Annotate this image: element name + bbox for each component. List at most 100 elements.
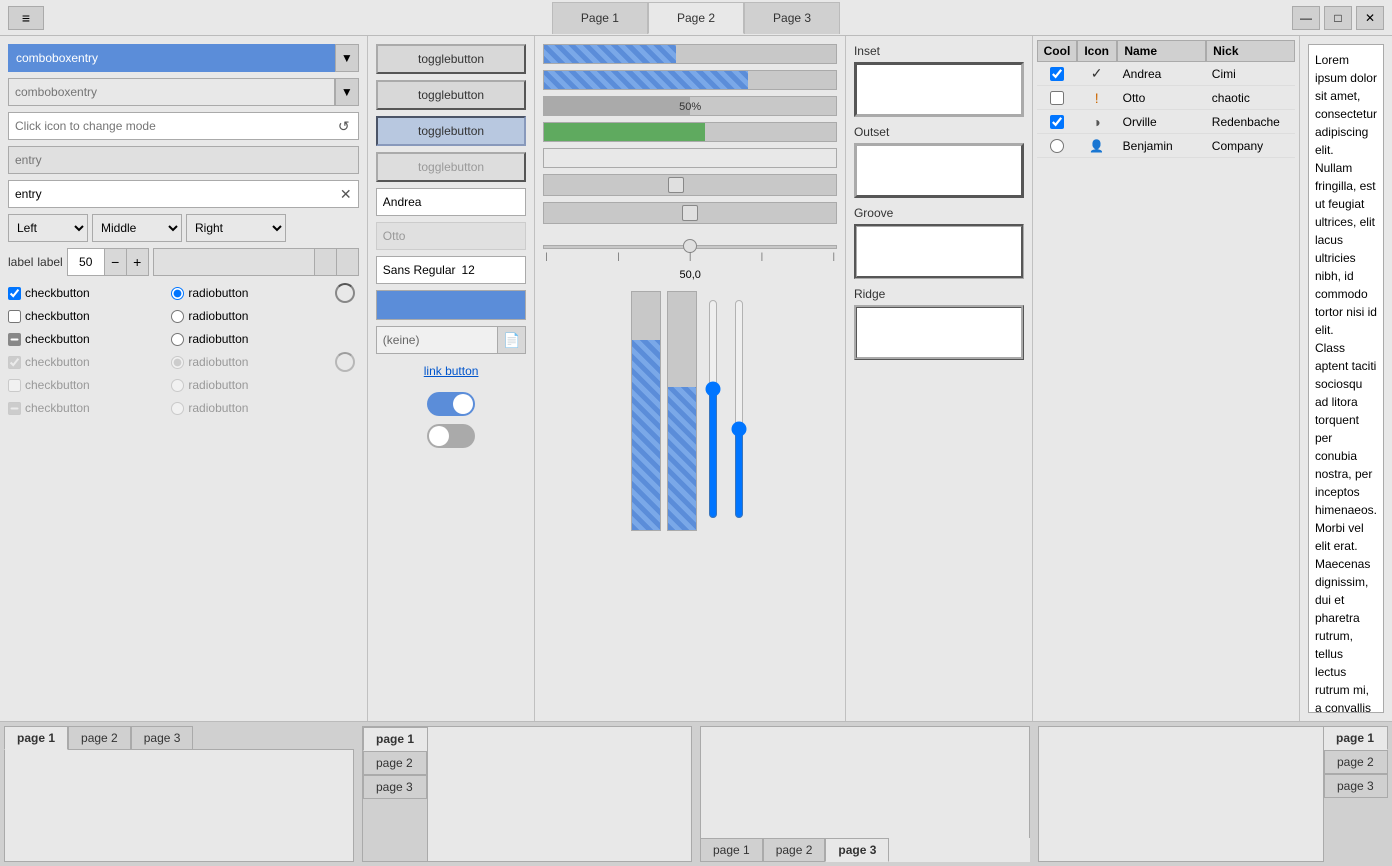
nb-top-tab-1[interactable]: page 1 <box>4 726 68 750</box>
radio-2: radiobutton <box>171 305 330 327</box>
nb-left-tab-2[interactable]: page 2 <box>363 751 427 775</box>
ridge-section: Ridge <box>854 287 1024 360</box>
cool-check-2[interactable] <box>1050 91 1064 105</box>
table-row[interactable]: ✓ Andrea Cimi <box>1037 62 1295 86</box>
file-browse-button[interactable]: 📄 <box>497 327 525 353</box>
dropdown-left[interactable]: LeftRightCenter <box>8 214 88 242</box>
nb-right-tab-1[interactable]: page 1 <box>1324 726 1388 750</box>
toggle-btn-3[interactable]: togglebutton <box>376 116 527 146</box>
ridge-label: Ridge <box>854 287 1024 301</box>
table-row[interactable]: ◑ Orville Redenbache <box>1037 110 1295 134</box>
toggle-btn-2[interactable]: togglebutton <box>376 80 527 110</box>
spinbox-value[interactable] <box>68 255 104 269</box>
cell-cool-4 <box>1037 137 1077 155</box>
progress-3-label: 50% <box>679 97 701 116</box>
titlebar-tab-1[interactable]: Page 1 <box>552 2 648 34</box>
check-1-input[interactable] <box>8 287 21 300</box>
entry-refresh-input[interactable] <box>9 113 330 139</box>
radio-6: radiobutton <box>171 397 330 419</box>
dropdown-row: LeftRightCenter TopMiddleBottom LeftRigh… <box>8 214 359 242</box>
toggle-btn-1[interactable]: togglebutton <box>376 44 527 74</box>
combobox-1-arrow[interactable]: ▼ <box>335 44 359 72</box>
switch-1[interactable] <box>427 392 475 416</box>
cell-nick-4: Company <box>1206 137 1295 155</box>
titlebar-tab-2[interactable]: Page 2 <box>648 2 744 34</box>
nb-bottom-tab-2[interactable]: page 2 <box>763 838 826 862</box>
check-5-input <box>8 379 21 392</box>
radio-2-input[interactable] <box>171 310 184 323</box>
vslider-2[interactable] <box>729 299 749 519</box>
nb-bottom-tab-3[interactable]: page 3 <box>825 838 889 862</box>
combobox-2-arrow[interactable]: ▼ <box>335 78 359 106</box>
groove-label: Groove <box>854 206 1024 220</box>
color-swatch[interactable] <box>376 290 527 320</box>
slider-h-2-container <box>543 202 837 227</box>
minimize-button[interactable]: — <box>1292 6 1320 30</box>
file-row: (keine) 📄 <box>376 326 527 354</box>
notebook-bottom-content <box>700 726 1030 838</box>
spinbox-plus[interactable]: + <box>126 249 148 275</box>
notebook-bottom-tabs: page 1 page 2 page 3 <box>700 838 1030 862</box>
progress-4 <box>543 122 837 142</box>
spinbox-empty-minus[interactable] <box>314 249 336 275</box>
titlebar: ≡ Page 1 Page 2 Page 3 — □ ✕ <box>0 0 1392 36</box>
groove-section: Groove <box>854 206 1024 279</box>
entry-clear-input[interactable] <box>9 181 334 207</box>
vbar-2-fill <box>668 387 696 530</box>
nb-bottom-tab-1[interactable]: page 1 <box>700 838 763 862</box>
table-row[interactable]: 👤 Benjamin Company <box>1037 134 1295 158</box>
col-icon[interactable]: Icon <box>1077 40 1117 62</box>
toggle-btn-4: togglebutton <box>376 152 527 182</box>
combobox-2-input[interactable] <box>8 78 335 106</box>
combobox-1-input[interactable] <box>8 44 335 72</box>
text-area[interactable]: Lorem ipsum dolor sit amet, consectetur … <box>1308 44 1384 713</box>
check-3-input[interactable] <box>8 333 21 346</box>
switches-container <box>376 392 527 448</box>
check-5-label: checkbutton <box>25 378 90 392</box>
font-row[interactable]: Sans Regular 12 <box>376 256 527 284</box>
dropdown-right[interactable]: LeftRightCenter <box>186 214 286 242</box>
slider-h-2[interactable] <box>543 202 837 224</box>
table-row[interactable]: ! Otto chaotic <box>1037 86 1295 110</box>
nb-top-tab-2[interactable]: page 2 <box>68 726 131 750</box>
menu-button[interactable]: ≡ <box>8 6 44 30</box>
spinner-2-icon <box>335 352 355 372</box>
nb-left-tab-1[interactable]: page 1 <box>363 727 427 751</box>
clear-button[interactable]: ✕ <box>334 182 358 206</box>
switch-2[interactable] <box>427 424 475 448</box>
close-button[interactable]: ✕ <box>1356 6 1384 30</box>
col-name[interactable]: Name <box>1117 40 1206 62</box>
cool-check-1[interactable] <box>1050 67 1064 81</box>
check-4-input <box>8 356 21 369</box>
refresh-button[interactable]: ↺ <box>330 112 358 140</box>
vslider-1[interactable] <box>703 299 723 519</box>
cool-check-3[interactable] <box>1050 115 1064 129</box>
link-button[interactable]: link button <box>420 360 483 382</box>
dropdown-middle[interactable]: TopMiddleBottom <box>92 214 182 242</box>
switch-1-knob <box>453 394 473 414</box>
titlebar-tab-3[interactable]: Page 3 <box>744 2 840 34</box>
restore-button[interactable]: □ <box>1324 6 1352 30</box>
nb-left-tab-3[interactable]: page 3 <box>363 775 427 799</box>
radio-4-label: radiobutton <box>188 355 248 369</box>
vslider-1-container <box>703 291 723 531</box>
col-cool[interactable]: Cool <box>1037 40 1078 62</box>
col-nick[interactable]: Nick <box>1206 40 1295 62</box>
check-2-input[interactable] <box>8 310 21 323</box>
nb-right-tab-3[interactable]: page 3 <box>1324 774 1388 798</box>
progress-5-fill <box>544 149 836 167</box>
spinbox-minus[interactable]: − <box>104 249 126 275</box>
hamburger-icon[interactable]: ≡ <box>8 6 44 30</box>
radio-3-input[interactable] <box>171 333 184 346</box>
slider-h-1[interactable] <box>543 174 837 196</box>
nb-top-tab-3[interactable]: page 3 <box>131 726 194 750</box>
spinner-1 <box>335 282 359 304</box>
nb-right-tab-2[interactable]: page 2 <box>1324 750 1388 774</box>
spinbox-empty-plus[interactable] <box>336 249 358 275</box>
cool-radio-4[interactable] <box>1050 139 1064 153</box>
sliders-panel: 50% ||||| 50,0 <box>535 36 846 721</box>
combo-dropdown-input[interactable] <box>377 189 536 215</box>
radio-1-input[interactable] <box>171 287 184 300</box>
link-button-row: link button <box>376 360 527 382</box>
radio-1: radiobutton <box>171 282 330 304</box>
